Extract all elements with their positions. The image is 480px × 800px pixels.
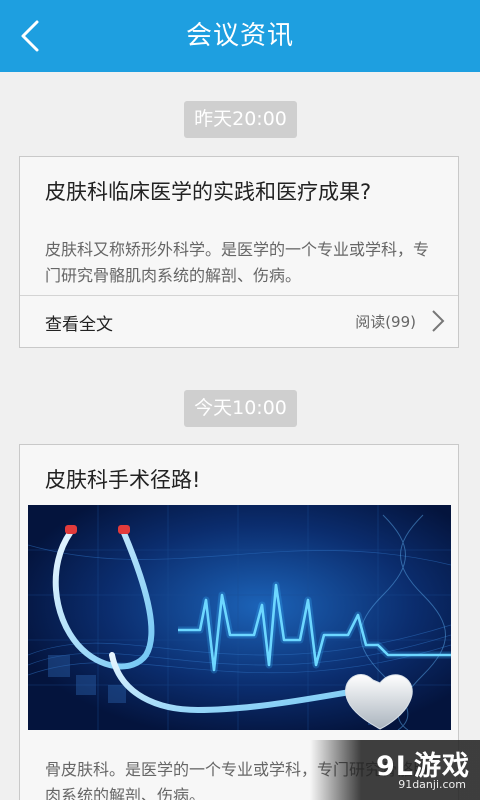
chevron-right-icon xyxy=(432,310,445,332)
site-watermark: 9L游戏 91danji.com xyxy=(310,740,480,800)
article-summary: 皮肤科又称矫形外科学。是医学的一个专业或学科，专门研究骨骼肌肉系统的解剖、伤病。 xyxy=(45,240,430,285)
view-full-article-link[interactable]: 查看全文 xyxy=(45,310,113,335)
article-card[interactable]: 皮肤科临床医学的实践和医疗成果? 皮肤科又称矫形外科学。是医学的一个专业或学科，… xyxy=(19,156,459,348)
time-badge: 昨天20:00 xyxy=(184,101,297,138)
stethoscope-heartbeat-illustration xyxy=(28,505,451,730)
card-footer[interactable]: 查看全文 阅读(99) xyxy=(20,295,458,347)
watermark-url: 91danji.com xyxy=(398,778,466,791)
read-count: 阅读(99) xyxy=(355,313,416,331)
article-title: 皮肤科临床医学的实践和医疗成果? xyxy=(45,180,372,204)
page-title: 会议资讯 xyxy=(185,21,294,51)
article-title: 皮肤科手术径路! xyxy=(45,468,201,492)
time-badge: 今天10:00 xyxy=(184,390,297,427)
top-bar: 会议资讯 xyxy=(0,0,480,72)
